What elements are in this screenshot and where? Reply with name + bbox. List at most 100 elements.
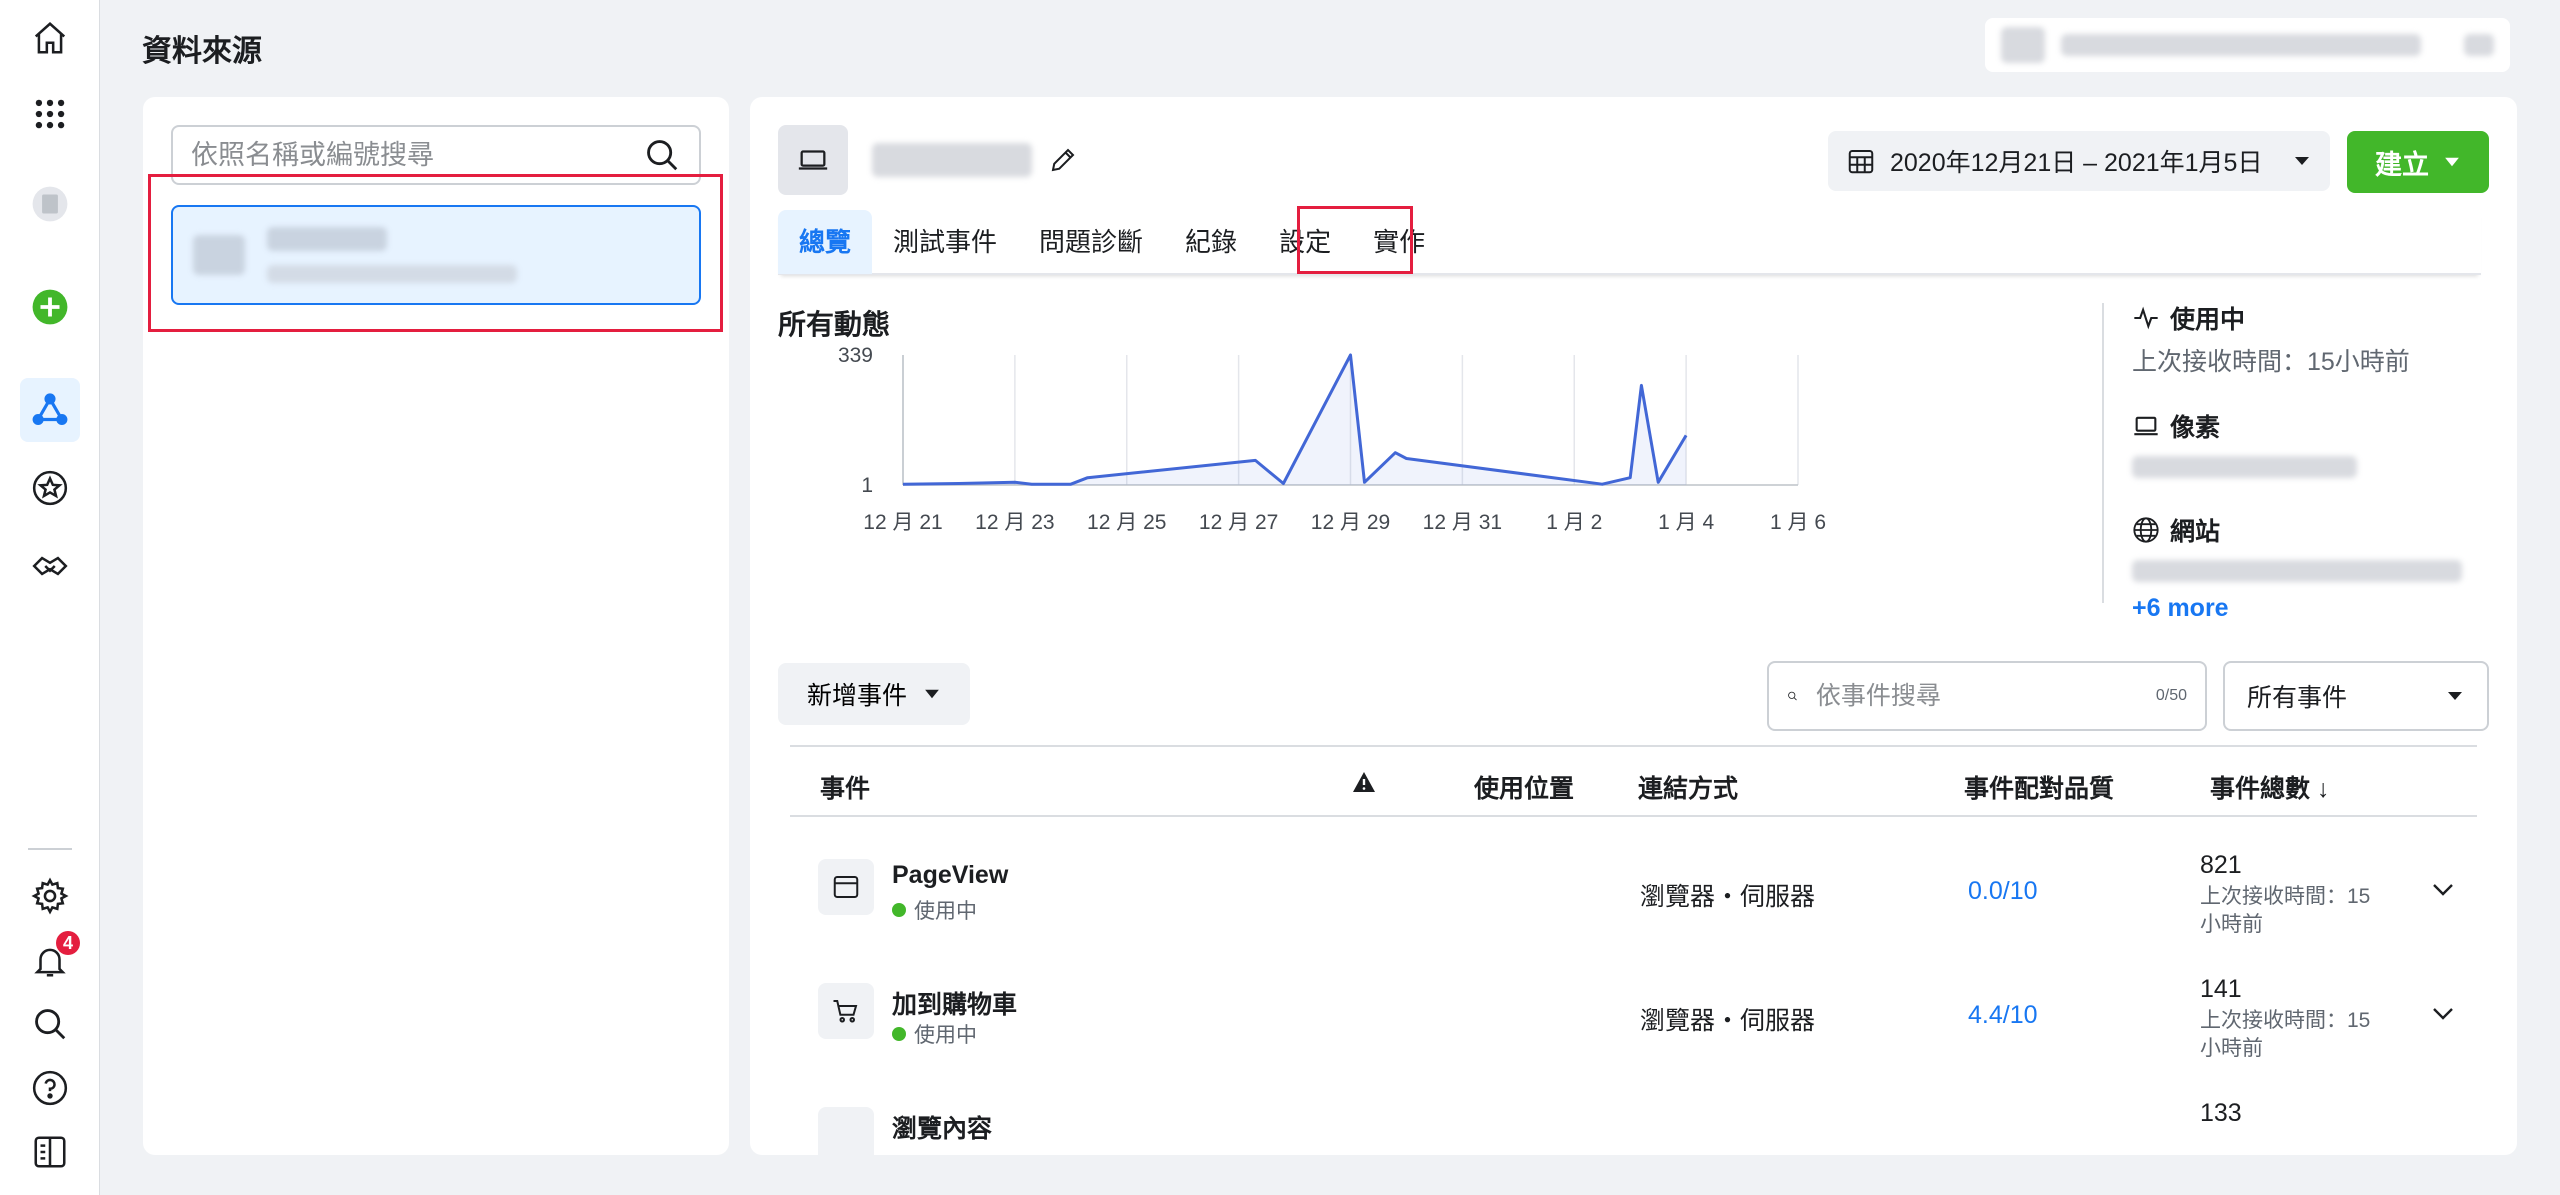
handshake-icon[interactable] — [26, 542, 74, 590]
tab-bar: 總覽 測試事件 問題診斷 紀錄 設定 實作 — [778, 210, 2481, 275]
globe-icon — [2133, 517, 2159, 543]
event-last-received: 上次接收時間：15小時前 — [2200, 885, 2371, 936]
event-connection: 瀏覽器・伺服器 — [1640, 1007, 1816, 1035]
help-icon[interactable] — [26, 1064, 74, 1112]
col-event: 事件 — [820, 775, 871, 803]
event-match-quality[interactable]: 4.4/10 — [1968, 1001, 2038, 1030]
pixel-id-redacted — [2132, 456, 2357, 478]
table-row[interactable]: 瀏覽內容 133 — [790, 1065, 2477, 1155]
edit-pencil-icon[interactable] — [1048, 145, 1078, 175]
pixel-label: 像素 — [2170, 414, 2221, 442]
event-name: 瀏覽內容 — [892, 1115, 993, 1143]
status-summary: 使用中 上次接收時間：15小時前 像素 網站 +6 more — [2132, 300, 2512, 623]
business-account-selector[interactable] — [1985, 18, 2510, 72]
event-total: 141 — [2200, 975, 2242, 1003]
business-name-redacted — [2061, 34, 2421, 56]
create-button-label: 建立 — [2375, 149, 2429, 180]
create-button[interactable]: 建立 — [2347, 131, 2489, 193]
chart-x-tick-label: 1 月 6 — [1770, 511, 1826, 534]
highlight-annotation — [1297, 206, 1413, 274]
active-dot-icon — [892, 903, 906, 917]
tab-diagnostics[interactable]: 問題診斷 — [1018, 210, 1164, 274]
event-status-label: 使用中 — [914, 900, 977, 923]
nav-rail: 4 — [0, 0, 100, 1195]
chart-x-tick-label: 12 月 31 — [1423, 511, 1502, 534]
close-icon[interactable] — [2464, 34, 2494, 56]
pixel-name — [872, 143, 1078, 177]
view-content-icon — [818, 1107, 874, 1155]
search-icon[interactable] — [643, 136, 681, 174]
tab-history[interactable]: 紀錄 — [1164, 210, 1258, 274]
pixel-heading: 像素 — [2132, 408, 2512, 444]
add-event-label: 新增事件 — [806, 682, 907, 710]
rail-divider — [28, 848, 72, 850]
event-last-received: 上次接收時間：15小時前 — [2200, 1009, 2371, 1060]
laptop-icon — [2134, 416, 2158, 436]
date-range-picker[interactable]: 2020年12月21日 – 2021年1月5日 — [1828, 131, 2330, 191]
caret-down-icon — [2445, 157, 2459, 167]
create-plus-icon[interactable] — [26, 283, 74, 331]
business-avatar — [2001, 27, 2045, 63]
pixel-name-redacted — [872, 143, 1032, 177]
tab-overview[interactable]: 總覽 — [778, 210, 873, 274]
event-status: 使用中 — [892, 895, 977, 925]
notification-badge: 4 — [56, 931, 80, 955]
event-filter-select[interactable]: 所有事件 — [2223, 661, 2489, 731]
event-total: 821 — [2200, 851, 2242, 879]
settings-gear-icon[interactable] — [26, 872, 74, 920]
chevron-down-icon[interactable] — [2430, 1005, 2456, 1023]
pixel-overview-panel: 2020年12月21日 – 2021年1月5日 建立 總覽 測試事件 問題診斷 … — [750, 97, 2517, 1155]
event-search-input[interactable] — [1815, 681, 2138, 711]
more-websites-link[interactable]: +6 more — [2132, 594, 2229, 622]
laptop-icon — [778, 125, 848, 195]
active-dot-icon — [892, 1027, 906, 1041]
chart-x-tick-label: 12 月 23 — [975, 511, 1054, 534]
caret-down-icon — [2448, 692, 2462, 700]
table-row[interactable]: PageView 使用中 瀏覽器・伺服器 0.0/10 821 上次接收時間：1… — [790, 817, 2477, 941]
chart-y-tick-label: 339 — [838, 344, 873, 367]
event-match-quality[interactable]: 0.0/10 — [1968, 877, 2038, 906]
chart-x-tick-label: 12 月 25 — [1087, 511, 1166, 534]
chevron-down-icon[interactable] — [2430, 881, 2456, 899]
panel-toggle-icon[interactable] — [26, 1128, 74, 1176]
event-name: 加到購物車 — [892, 991, 1018, 1019]
chart-x-tick-label: 12 月 21 — [863, 511, 942, 534]
chart-x-tick-label: 1 月 4 — [1658, 511, 1714, 534]
search-icon[interactable] — [26, 1000, 74, 1048]
caret-down-icon — [925, 689, 939, 699]
chart-x-tick-label: 12 月 27 — [1199, 511, 1278, 534]
chart-series-line — [902, 353, 1688, 486]
event-filter-value: 所有事件 — [2247, 684, 2348, 712]
activity-pulse-icon — [2134, 306, 2158, 330]
status-heading: 使用中 — [2132, 300, 2512, 336]
website-heading: 網站 — [2132, 512, 2512, 548]
browser-window-icon — [818, 859, 874, 915]
col-total-events[interactable]: 事件總數 ↓ — [2210, 769, 2329, 805]
home-icon[interactable] — [26, 14, 74, 62]
warning-icon — [1353, 772, 1375, 792]
source-search-input[interactable] — [191, 139, 643, 171]
website-label: 網站 — [2170, 518, 2221, 546]
account-avatar[interactable] — [26, 180, 74, 228]
events-table: 事件 使用位置 連結方式 事件配對品質 事件總數 ↓ PageView 使用中 … — [790, 745, 2477, 1155]
page-title: 資料來源 — [142, 35, 262, 68]
add-event-button[interactable]: 新增事件 — [778, 663, 970, 725]
last-received-text: 上次接收時間：15小時前 — [2132, 348, 2410, 376]
chart-x-tick-label: 12 月 29 — [1311, 511, 1390, 534]
date-range-label: 2020年12月21日 – 2021年1月5日 — [1890, 149, 2263, 177]
col-usage: 使用位置 — [1474, 775, 1575, 803]
table-row[interactable]: 加到購物車 使用中 瀏覽器・伺服器 4.4/10 141 上次接收時間：15小時… — [790, 941, 2477, 1065]
events-manager-icon[interactable] — [20, 378, 80, 442]
tab-test-events[interactable]: 測試事件 — [872, 210, 1018, 274]
chart-y-tick-label: 1 — [861, 474, 873, 497]
event-connection: 瀏覽器・伺服器 — [1640, 883, 1816, 911]
info-divider — [2102, 303, 2104, 603]
shopping-cart-icon — [818, 983, 874, 1039]
search-icon — [1788, 691, 1797, 701]
event-status-label: 使用中 — [914, 1024, 977, 1047]
apps-grid-icon[interactable] — [26, 90, 74, 138]
star-icon[interactable] — [26, 464, 74, 512]
notifications-bell-icon[interactable]: 4 — [26, 931, 80, 985]
chart-series-area — [903, 355, 1687, 485]
highlight-annotation — [148, 174, 723, 332]
